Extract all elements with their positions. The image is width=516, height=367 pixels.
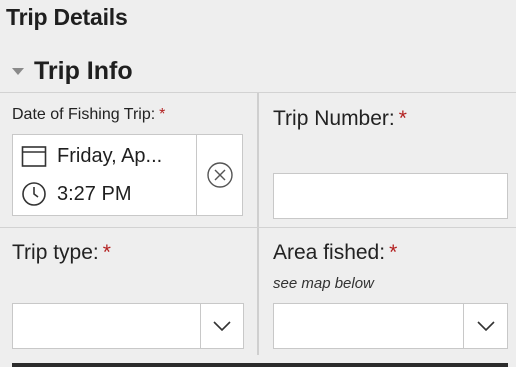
area-fished-label: Area fished: * — [273, 241, 397, 265]
required-marker: * — [102, 241, 111, 264]
calendar-icon — [21, 146, 47, 167]
trip-number-label-text: Trip Number: — [273, 107, 395, 130]
date-value-row[interactable]: Friday, Ap... — [21, 144, 162, 168]
bottom-edge-bar — [12, 363, 508, 367]
area-fished-hint: see map below — [273, 275, 374, 292]
date-value: Friday, Ap... — [57, 144, 163, 167]
clock-icon — [22, 182, 46, 206]
trip-number-input[interactable] — [273, 173, 508, 219]
time-value-row[interactable]: 3:27 PM — [21, 181, 131, 207]
column-divider — [257, 93, 259, 355]
date-label-text: Date of Fishing Trip: — [12, 106, 156, 123]
trip-type-label-text: Trip type: — [12, 241, 99, 264]
date-time-picker[interactable]: Friday, Ap... 3:27 PM — [12, 134, 243, 216]
clear-date-button[interactable] — [197, 135, 242, 215]
time-value: 3:27 PM — [57, 182, 132, 205]
page-title: Trip Details — [6, 4, 128, 30]
date-field-label: Date of Fishing Trip: * — [12, 106, 165, 124]
required-marker: * — [389, 241, 398, 264]
area-fished-select[interactable] — [273, 303, 508, 349]
caret-down-icon — [12, 67, 24, 75]
trip-number-label: Trip Number: * — [273, 107, 407, 131]
trip-type-label: Trip type: * — [12, 241, 111, 265]
chevron-down-icon[interactable] — [201, 304, 243, 348]
required-marker: * — [398, 107, 407, 130]
area-fished-label-text: Area fished: — [273, 241, 386, 264]
row-divider — [0, 227, 516, 228]
required-marker: * — [159, 106, 166, 123]
section-header-trip-info[interactable]: Trip Info — [0, 50, 516, 92]
trip-type-select[interactable] — [12, 303, 244, 349]
chevron-down-icon[interactable] — [464, 304, 507, 348]
clear-circle-icon — [206, 162, 233, 188]
section-title: Trip Info — [34, 56, 133, 85]
